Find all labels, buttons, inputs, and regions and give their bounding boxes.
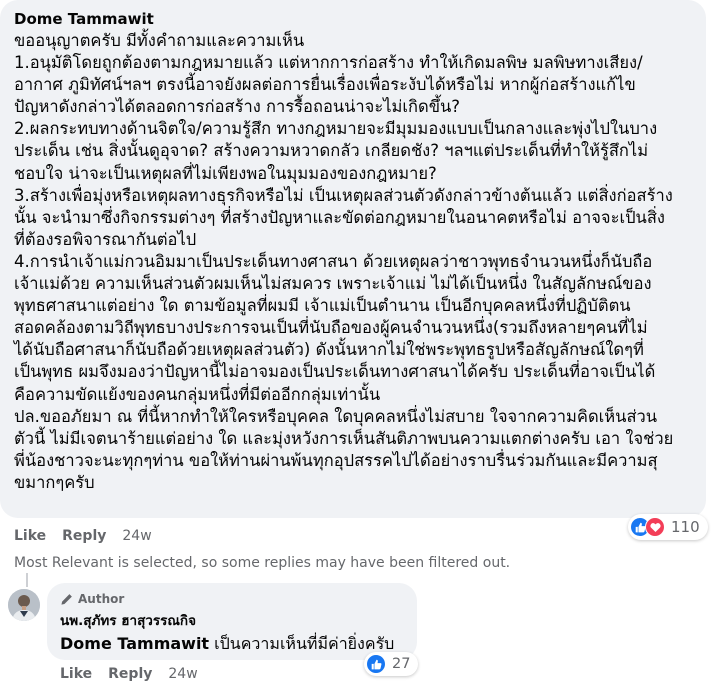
comment-bubble: Dome Tammawit ขออนุญาตครับ มีทั้งคำถามแล… xyxy=(0,0,706,518)
pencil-icon xyxy=(61,593,72,605)
reply-actions: Like Reply 24w xyxy=(60,665,198,683)
mention-link[interactable]: Dome Tammawit xyxy=(60,634,209,653)
comment-actions: Like Reply 24w xyxy=(14,527,152,545)
comment-paragraph: 1.อนุมัติโดยถูกต้องตามกฎหมายแล้ว แต่หากก… xyxy=(14,53,643,117)
reply-button[interactable]: Reply xyxy=(62,527,106,545)
reply-timestamp[interactable]: 24w xyxy=(168,665,197,683)
author-badge: Author xyxy=(60,591,404,607)
comment-paragraph: 4.การนำเจ้าแม่กวนอิมมาเป็นประเด็นทางศาสน… xyxy=(14,251,656,404)
comment-author[interactable]: Dome Tammawit xyxy=(14,8,694,30)
comment-paragraph: ปล.ขออภัยมา ณ ที่นี้หากทำให้ใครหรือบุคคล… xyxy=(14,406,674,492)
reply-reactions[interactable]: 27 xyxy=(364,652,419,676)
reply-author[interactable]: นพ.สุภัทร ฮาสุวรรณกิจ xyxy=(60,612,404,630)
love-icon xyxy=(645,517,665,537)
comment-paragraph: ขออนุญาตครับ มีทั้งคำถามและความเห็น xyxy=(14,31,305,50)
reply-text: Dome Tammawit เป็นความเห็นที่มีค่ายิ่งคร… xyxy=(60,634,404,654)
comment-reactions[interactable]: 110 xyxy=(628,514,708,540)
comment-timestamp[interactable]: 24w xyxy=(122,527,151,545)
comment-paragraph: 3.สร้างเพื่อมุ่งหรือเหตุผลทางธุรกิจหรือไ… xyxy=(14,185,673,249)
reaction-count: 110 xyxy=(671,518,700,536)
comment-body: ขออนุญาตครับ มีทั้งคำถามและความเห็น 1.อน… xyxy=(14,30,694,494)
reply-bubble: Author นพ.สุภัทร ฮาสุวรรณกิจ Dome Tammaw… xyxy=(47,583,417,660)
comment-paragraph: 2.ผลกระทบทางด้านจิตใจ/ความรู้สึก ทางกฎหม… xyxy=(14,119,658,183)
filter-note: Most Relevant is selected, so some repli… xyxy=(14,555,511,571)
like-button[interactable]: Like xyxy=(14,527,46,545)
reply-button[interactable]: Reply xyxy=(108,665,152,683)
avatar[interactable] xyxy=(8,589,40,621)
like-button[interactable]: Like xyxy=(60,665,92,683)
reply-message: เป็นความเห็นที่มีค่ายิ่งครับ xyxy=(209,634,395,653)
like-icon xyxy=(366,654,386,674)
author-badge-label: Author xyxy=(78,592,125,606)
reaction-count: 27 xyxy=(392,656,411,672)
thread-connector xyxy=(26,573,28,587)
